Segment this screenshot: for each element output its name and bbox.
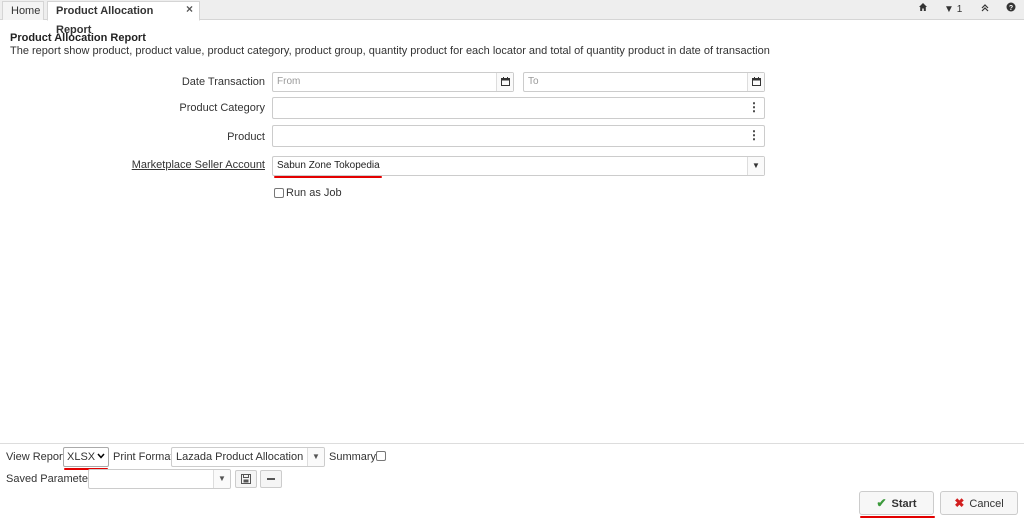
cancel-label: Cancel	[969, 498, 1004, 510]
help-icon[interactable]: ?	[1006, 0, 1016, 19]
caret-down-icon[interactable]: ▼	[747, 157, 764, 175]
cancel-button[interactable]: ✖ Cancel	[940, 491, 1018, 515]
product-field[interactable]: ⋮	[272, 125, 765, 147]
marketplace-seller-account-value: Sabun Zone Tokopedia	[277, 160, 380, 171]
product-category-field[interactable]: ⋮	[272, 97, 765, 119]
start-label: Start	[891, 498, 917, 510]
caret-down-icon: ▼	[944, 4, 954, 15]
highlight-underline	[274, 176, 382, 178]
date-from-field[interactable]: From	[272, 72, 514, 92]
saved-parameters-combobox[interactable]: ▼	[88, 469, 231, 489]
date-transaction-label: Date Transaction	[181, 76, 265, 88]
date-from-placeholder: From	[277, 76, 301, 87]
product-label: Product	[227, 131, 265, 143]
print-format-combobox[interactable]: Lazada Product Allocation Re ▼	[171, 447, 325, 467]
notification-count: 1	[956, 4, 963, 15]
page-title: Product Allocation Report	[10, 32, 146, 44]
marketplace-seller-account-select[interactable]: Sabun Zone Tokopedia ▼	[272, 156, 765, 176]
highlight-underline	[860, 516, 935, 518]
caret-down-icon[interactable]: ▼	[307, 448, 324, 466]
view-report-label: View Report	[6, 451, 66, 463]
product-category-label: Product Category	[179, 102, 265, 114]
save-parameters-button[interactable]	[235, 470, 257, 488]
page-description: The report show product, product value, …	[10, 45, 770, 57]
svg-text:?: ?	[1009, 5, 1013, 12]
double-chevron-up-icon[interactable]	[981, 0, 989, 19]
kebab-menu-icon[interactable]: ⋮	[748, 98, 760, 116]
calendar-icon[interactable]	[747, 73, 764, 91]
caret-down-icon[interactable]: ▼	[213, 470, 230, 488]
chevron-down-icon	[97, 448, 105, 466]
tab-bar: Home Product Allocation Report × ▼ 1 ?	[0, 0, 1024, 36]
divider	[0, 443, 1024, 444]
calendar-icon[interactable]	[496, 73, 513, 91]
tab-home[interactable]: Home	[2, 1, 44, 20]
close-icon[interactable]: ×	[186, 0, 193, 19]
check-icon: ✔	[876, 496, 887, 510]
print-format-value: Lazada Product Allocation Re	[176, 451, 321, 463]
view-report-select[interactable]: XLSX	[63, 447, 109, 467]
run-as-job-checkbox[interactable]	[274, 188, 284, 198]
kebab-menu-icon[interactable]: ⋮	[748, 126, 760, 144]
floppy-disk-icon	[241, 474, 251, 487]
close-icon: ✖	[954, 496, 965, 510]
summary-label: Summary	[329, 451, 377, 463]
tab-product-allocation-report[interactable]: Product Allocation Report ×	[47, 0, 200, 36]
start-button[interactable]: ✔ Start	[859, 491, 934, 515]
notification-dropdown[interactable]: ▼ 1	[944, 0, 962, 19]
saved-parameters-label: Saved Parameters	[6, 473, 98, 485]
print-format-label: Print Format	[113, 451, 174, 463]
home-icon[interactable]	[918, 0, 928, 19]
summary-checkbox[interactable]	[376, 451, 386, 461]
date-to-placeholder: To	[528, 76, 539, 87]
run-as-job-label: Run as Job	[286, 187, 342, 199]
date-to-field[interactable]: To	[523, 72, 765, 92]
minus-icon	[266, 476, 276, 487]
delete-parameters-button[interactable]	[260, 470, 282, 488]
marketplace-seller-account-label[interactable]: Marketplace Seller Account	[75, 159, 265, 171]
tab-home-label: Home	[11, 5, 41, 17]
view-report-value: XLSX	[67, 451, 96, 463]
